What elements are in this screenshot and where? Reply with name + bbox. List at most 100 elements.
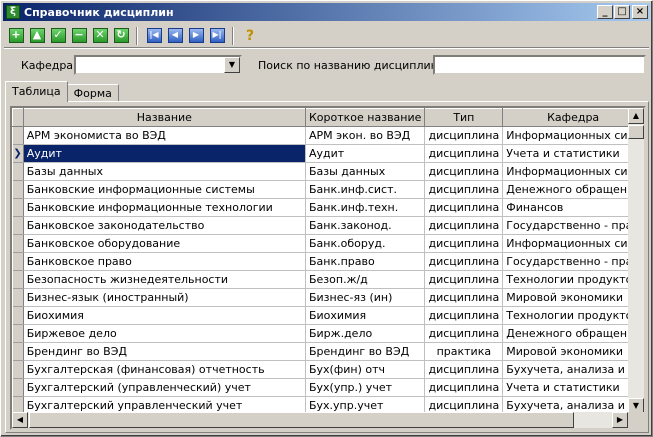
cell-short-name[interactable]: Аудит: [305, 144, 426, 163]
cell-short-name[interactable]: Бизнес-яз (ин): [305, 288, 426, 307]
row-indicator[interactable]: [12, 378, 24, 397]
column-header-type[interactable]: Тип: [424, 108, 504, 127]
cell-name[interactable]: Банковские информационные технологии: [23, 198, 306, 217]
delete-record-button[interactable]: −: [70, 27, 88, 45]
column-header-short-name[interactable]: Короткое название: [304, 108, 426, 127]
title-bar[interactable]: ξ Справочник дисциплин _ □ ×: [3, 3, 650, 21]
cell-short-name[interactable]: Биохимия: [305, 306, 426, 325]
cell-type[interactable]: дисциплина: [424, 126, 504, 145]
close-button[interactable]: ×: [632, 5, 648, 19]
vertical-scrollbar[interactable]: ▲ ▼: [628, 108, 644, 414]
cell-name[interactable]: Бизнес-язык (иностранный): [23, 288, 306, 307]
cell-department[interactable]: Учета и статистики: [502, 144, 644, 163]
prev-record-button[interactable]: ◀: [166, 27, 184, 45]
table-row[interactable]: Биохимия Биохимия дисциплина Технологии про…: [12, 306, 644, 325]
cell-type[interactable]: дисциплина: [424, 378, 504, 397]
horizontal-scroll-thumb[interactable]: [29, 412, 574, 428]
cell-short-name[interactable]: Банк.законод.: [305, 216, 426, 235]
cell-type[interactable]: дисциплина: [424, 216, 504, 235]
cell-department[interactable]: Государственно - пра: [502, 252, 644, 271]
cell-department[interactable]: Денежного обращени: [502, 180, 644, 199]
row-indicator[interactable]: [12, 180, 24, 199]
cell-type[interactable]: дисциплина: [424, 144, 504, 163]
help-button[interactable]: ?: [241, 27, 259, 45]
tab-table[interactable]: Таблица: [5, 81, 68, 102]
cell-name[interactable]: АРМ экономиста во ВЭД: [23, 126, 306, 145]
cell-name[interactable]: Банковское законодательство: [23, 216, 306, 235]
table-row[interactable]: Базы данных Базы данных дисциплина Информац…: [12, 162, 644, 181]
cell-type[interactable]: дисциплина: [424, 252, 504, 271]
table-row[interactable]: Бизнес-язык (иностранный) Бизнес-яз (ин) д…: [12, 288, 644, 307]
cell-department[interactable]: Информационных сист: [502, 126, 644, 145]
cell-type[interactable]: дисциплина: [424, 288, 504, 307]
table-row[interactable]: АРМ экономиста во ВЭД АРМ экон. во ВЭД дис…: [12, 126, 644, 145]
chevron-down-icon[interactable]: ▼: [224, 57, 240, 73]
table-row[interactable]: Брендинг во ВЭД Брендинг во ВЭД практика Ми…: [12, 342, 644, 361]
cell-department[interactable]: Государственно - пра: [502, 216, 644, 235]
cell-name[interactable]: Брендинг во ВЭД: [23, 342, 306, 361]
cell-department[interactable]: Денежного обращени: [502, 324, 644, 343]
next-record-button[interactable]: ▶: [187, 27, 205, 45]
row-indicator[interactable]: [12, 162, 24, 181]
cell-department[interactable]: Финансов: [502, 198, 644, 217]
search-input[interactable]: [433, 55, 646, 75]
maximize-button[interactable]: □: [614, 5, 630, 19]
table-row[interactable]: Банковское оборудование Банк.оборуд. дисци…: [12, 234, 644, 253]
table-row[interactable]: Бухгалтерская (финансовая) отчетность Бух…: [12, 360, 644, 379]
row-indicator[interactable]: [12, 342, 24, 361]
last-record-button[interactable]: ▶|: [208, 27, 226, 45]
cell-short-name[interactable]: Банк.инф.сист.: [305, 180, 426, 199]
cell-department[interactable]: Информационных сист: [502, 162, 644, 181]
cell-short-name[interactable]: Банк.оборуд.: [305, 234, 426, 253]
cell-short-name[interactable]: Банк.право: [305, 252, 426, 271]
department-combobox[interactable]: ▼: [74, 55, 242, 75]
cell-department[interactable]: Технологии продукто: [502, 306, 644, 325]
cell-name[interactable]: Базы данных: [23, 162, 306, 181]
table-row[interactable]: Банковские информационные технологии Банк…: [12, 198, 644, 217]
table-row[interactable]: Банковское законодательство Банк.законод.…: [12, 216, 644, 235]
table-row[interactable]: Безопасность жизнедеятельности Безоп.ж/д д…: [12, 270, 644, 289]
cell-type[interactable]: дисциплина: [424, 234, 504, 253]
column-header-name[interactable]: Название: [22, 108, 306, 127]
cell-short-name[interactable]: Базы данных: [305, 162, 426, 181]
cell-short-name[interactable]: АРМ экон. во ВЭД: [305, 126, 426, 145]
cell-name[interactable]: Банковское право: [23, 252, 306, 271]
confirm-button[interactable]: ✓: [49, 27, 67, 45]
cell-short-name[interactable]: Бух(упр.) учет: [305, 378, 426, 397]
row-indicator[interactable]: [12, 324, 24, 343]
horizontal-scrollbar[interactable]: ◀ ▶: [12, 412, 628, 428]
cell-name[interactable]: Банковское оборудование: [23, 234, 306, 253]
refresh-button[interactable]: ↻: [112, 27, 130, 45]
scroll-left-icon[interactable]: ◀: [12, 412, 28, 428]
table-row[interactable]: Банковское право Банк.право дисциплина Госу…: [12, 252, 644, 271]
cell-name[interactable]: Банковские информационные системы: [23, 180, 306, 199]
scroll-up-icon[interactable]: ▲: [628, 108, 644, 124]
cell-name[interactable]: Биохимия: [23, 306, 306, 325]
row-indicator[interactable]: ❯: [12, 144, 24, 163]
cell-name[interactable]: Аудит: [23, 144, 306, 163]
cell-type[interactable]: дисциплина: [424, 306, 504, 325]
cell-department[interactable]: Информационных сист: [502, 234, 644, 253]
cell-type[interactable]: дисциплина: [424, 270, 504, 289]
move-up-button[interactable]: ▲: [28, 27, 46, 45]
cancel-button[interactable]: ✕: [91, 27, 109, 45]
cell-department[interactable]: Технологии продукто: [502, 270, 644, 289]
cell-type[interactable]: дисциплина: [424, 180, 504, 199]
cell-type[interactable]: дисциплина: [424, 324, 504, 343]
add-record-button[interactable]: +: [7, 27, 25, 45]
table-row[interactable]: Банковские информационные системы Банк.ин…: [12, 180, 644, 199]
row-indicator[interactable]: [12, 288, 24, 307]
table-row[interactable]: Биржевое дело Бирж.дело дисциплина Денежног…: [12, 324, 644, 343]
tab-form[interactable]: Форма: [66, 84, 119, 102]
first-record-button[interactable]: |◀: [145, 27, 163, 45]
scroll-right-icon[interactable]: ▶: [612, 412, 628, 428]
cell-short-name[interactable]: Брендинг во ВЭД: [305, 342, 426, 361]
cell-short-name[interactable]: Бирж.дело: [305, 324, 426, 343]
disciplines-grid[interactable]: Название Короткое название Тип Кафедра А…: [10, 106, 646, 430]
vertical-scroll-thumb[interactable]: [628, 125, 644, 139]
cell-department[interactable]: Мировой экономики: [502, 342, 644, 361]
minimize-button[interactable]: _: [597, 5, 613, 19]
row-indicator[interactable]: [12, 126, 24, 145]
row-indicator[interactable]: [12, 360, 24, 379]
table-row[interactable]: ❯ Аудит Аудит дисциплина Учета и статистики: [12, 144, 644, 163]
